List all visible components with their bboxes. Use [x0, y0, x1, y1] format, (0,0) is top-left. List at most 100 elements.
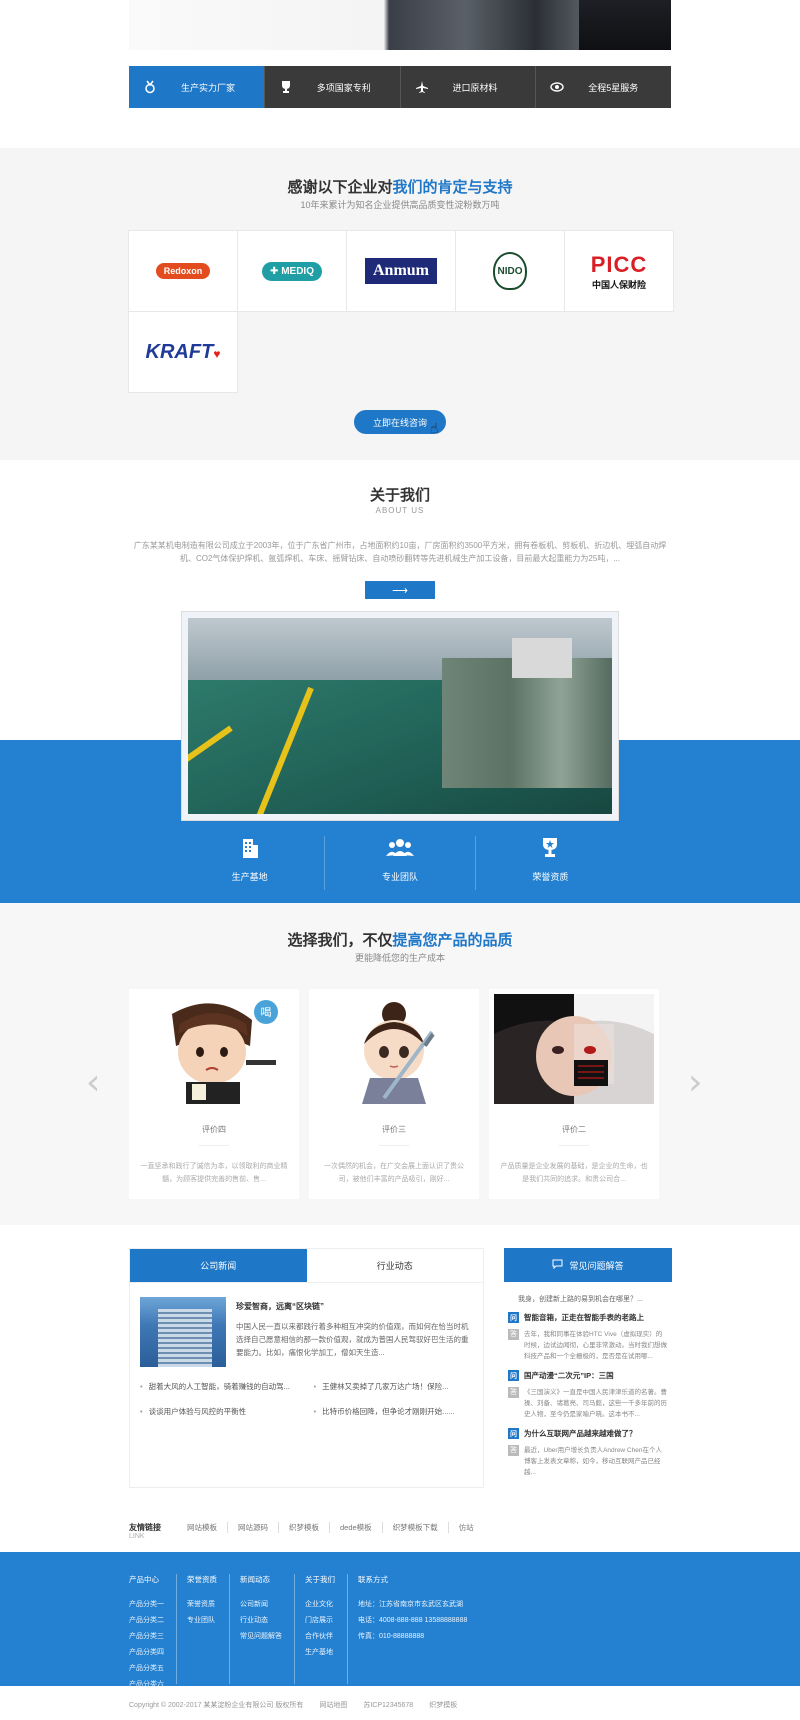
icp-link[interactable]: 苏ICP12345678 — [363, 1700, 413, 1710]
team-icon — [325, 836, 474, 862]
clients-title-plain: 感谢以下企业对 — [287, 179, 393, 196]
clients-section: 感谢以下企业对我们的肯定与支持 10年来累计为知名企业提供高品质变性淀粉数万吨 … — [0, 148, 800, 460]
footer-col-news: 新闻动态 公司新闻 行业动态 常见问题解答 — [240, 1574, 296, 1695]
award-icon — [476, 836, 625, 862]
footer-divider — [347, 1574, 348, 1684]
footer-link[interactable]: 产品分类五 — [129, 1663, 164, 1673]
news-featured-image[interactable] — [140, 1297, 226, 1367]
footer-link[interactable]: 产品分类六 — [129, 1679, 164, 1689]
faq-question[interactable]: 问为什么互联网产品越来越难做了？ — [508, 1428, 668, 1439]
faq-intro[interactable]: 我身，创建新上路的易到机会在哪里？... — [504, 1282, 672, 1304]
highlight-honor[interactable]: 荣誉资质 — [476, 836, 625, 890]
news-list-item[interactable]: 甜着大风的人工智能，骑着赚钱的自动驾... — [140, 1381, 300, 1392]
client-logo-redoxon[interactable]: Redoxon — [128, 230, 238, 312]
news-list-item[interactable]: 谈谈用户体验与风控的平衡性 — [140, 1406, 300, 1417]
footer-col-title[interactable]: 新闻动态 — [240, 1574, 282, 1585]
footer-link[interactable]: 常见问题解答 — [240, 1631, 282, 1641]
client-logo-mediq[interactable]: ✚ MEDIQ — [237, 230, 347, 312]
trophy-icon — [279, 80, 293, 94]
testimonial-avatar — [314, 994, 474, 1104]
footer-col-title[interactable]: 荣誉资质 — [187, 1574, 217, 1585]
friend-links-title-en: LINK — [129, 1533, 145, 1540]
footer-col-title[interactable]: 产品中心 — [129, 1574, 164, 1585]
news-featured[interactable]: 珍爱智商，远离“区块链” 中国人民一直以来都践行着多种相互冲突的价值观，而如何在… — [130, 1283, 483, 1367]
footer-col-products: 产品中心 产品分类一 产品分类二 产品分类三 产品分类四 产品分类五 产品分类六 — [129, 1574, 178, 1695]
feature-label: 进口原材料 — [452, 82, 498, 93]
footer-link[interactable]: 专业团队 — [187, 1615, 217, 1625]
choose-title: 选择我们，不仅提高您产品的品质 — [0, 929, 800, 950]
footer-col-title[interactable]: 关于我们 — [305, 1574, 335, 1585]
anmum-logo: Anmum — [364, 258, 437, 284]
news-tabs: 公司新闻 行业动态 — [130, 1249, 483, 1283]
faq-question-text: 智能音箱，正走在智能手表的老路上 — [524, 1313, 644, 1322]
factory-photo — [182, 612, 618, 820]
testimonial-cards: 喝 评价四 一直坚承和践行了诚信为本，以领取利的商业精髓，为顾客提供完善的售前、… — [129, 989, 671, 1199]
footer-link[interactable]: 产品分类四 — [129, 1647, 164, 1657]
highlight-label: 专业团队 — [381, 872, 418, 882]
testimonial-avatar — [494, 994, 654, 1104]
carousel-prev-arrow[interactable]: ‹ — [86, 1063, 108, 1103]
footer-link[interactable]: 门店展示 — [305, 1615, 335, 1625]
news-list-item[interactable]: 王健林又卖掉了几家万达广场！保险... — [314, 1381, 474, 1392]
hand-cursor-icon: ☝ — [430, 420, 439, 436]
testimonial-card[interactable]: 喝 评价四 一直坚承和践行了诚信为本，以领取利的商业精髓，为顾客提供完善的售前、… — [129, 989, 299, 1199]
news-featured-title[interactable]: 珍爱智商，远离“区块链” — [236, 1301, 473, 1312]
client-logo-kraft[interactable]: KRAFT♥ — [128, 311, 238, 393]
eye-icon — [550, 80, 564, 94]
faq-question[interactable]: 问智能音箱，正走在智能手表的老路上 — [508, 1312, 668, 1323]
sitemap-link[interactable]: 网站地图 — [319, 1700, 347, 1710]
testimonial-text: 一次偶然的机会，在广交会展上面认识了贵公司，被他们丰富的产品吸引，刚好... — [324, 1163, 464, 1183]
feature-tab-patents[interactable]: 多项国家专利 — [263, 66, 400, 108]
answer-badge-icon: 答 — [508, 1329, 519, 1340]
friend-link[interactable]: 仿站 — [449, 1522, 484, 1533]
highlight-label: 荣誉资质 — [532, 872, 569, 882]
highlight-team[interactable]: 专业团队 — [325, 836, 476, 890]
question-badge-icon: 问 — [508, 1312, 519, 1323]
airplane-icon — [415, 80, 429, 94]
footer-link[interactable]: 产品分类三 — [129, 1631, 164, 1641]
picc-logo-text: PICC — [590, 251, 648, 277]
news-list-item[interactable]: 比特币价格回降，但争论才刚刚开始...... — [314, 1406, 474, 1417]
footer-link[interactable]: 产品分类一 — [129, 1599, 164, 1609]
carousel-next-arrow[interactable]: › — [688, 1063, 710, 1103]
faq-item: 问智能音箱，正走在智能手表的老路上 答去年，我和同事在体验HTC Vive（虚拟… — [504, 1304, 672, 1362]
testimonial-card[interactable]: 评价二 产品质量是企业发展的基础，是企业的生命，也是我们共同的追求。和贵公司合.… — [489, 989, 659, 1199]
friend-link[interactable]: 织梦模板 — [279, 1522, 330, 1533]
faq-answer: 答最近，Uber用户增长负责人Andrew Chen在个人博客上发表文章称，如今… — [508, 1445, 668, 1478]
friend-link[interactable]: dede模板 — [330, 1522, 383, 1533]
tab-industry-news[interactable]: 行业动态 — [306, 1249, 483, 1283]
theme-link[interactable]: 织梦模板 — [429, 1700, 457, 1710]
footer-link[interactable]: 行业动态 — [240, 1615, 282, 1625]
friend-link[interactable]: 网站源码 — [228, 1522, 279, 1533]
news-featured-summary: 中国人民一直以来都践行着多种相互冲突的价值观，而如何在恰当时机选择自己愿意相信的… — [236, 1322, 469, 1357]
client-logo-picc[interactable]: PICC 中国人保财险 — [564, 230, 674, 312]
feature-tab-materials[interactable]: 进口原材料 — [399, 66, 536, 108]
copyright-bar: Copyright © 2002-2017 某某淀粉企业有限公司 版权所有 网站… — [129, 1700, 671, 1710]
tab-company-news[interactable]: 公司新闻 — [130, 1249, 307, 1283]
footer-link[interactable]: 公司新闻 — [240, 1599, 282, 1609]
friend-link[interactable]: 网站模板 — [177, 1522, 228, 1533]
faq-title: 常见问题解答 — [569, 1260, 624, 1271]
footer-link[interactable]: 企业文化 — [305, 1599, 335, 1609]
answer-badge-icon: 答 — [508, 1445, 519, 1456]
footer-col-contact: 联系方式 地址：江苏省南京市玄武区玄武湖 电话：4008-888-888 135… — [358, 1574, 481, 1695]
footer-link[interactable]: 生产基地 — [305, 1647, 335, 1657]
copyright-text: Copyright © 2002-2017 某某淀粉企业有限公司 版权所有 — [129, 1702, 304, 1709]
highlight-base[interactable]: 生产基地 — [175, 836, 326, 890]
testimonial-name: 评价三 — [382, 1125, 406, 1134]
footer-link[interactable]: 荣誉资质 — [187, 1599, 217, 1609]
contact-phone: 电话：4008-888-888 13588888888 — [358, 1617, 468, 1624]
footer-link[interactable]: 合作伙伴 — [305, 1631, 335, 1641]
client-logo-nido[interactable]: NIDO — [455, 230, 565, 312]
feature-tab-factory[interactable]: 生产实力厂家 — [129, 66, 264, 108]
faq-header[interactable]: 常见问题解答 — [504, 1248, 672, 1282]
testimonial-card[interactable]: 评价三 一次偶然的机会，在广交会展上面认识了贵公司，被他们丰富的产品吸引，刚好.… — [309, 989, 479, 1199]
feature-tab-service[interactable]: 全程5星服务 — [535, 66, 671, 108]
footer-link[interactable]: 产品分类二 — [129, 1615, 164, 1625]
faq-question[interactable]: 问国产动漫“二次元”IP：三国 — [508, 1370, 668, 1381]
about-more-button[interactable]: ⟶ — [365, 581, 435, 599]
contact-address: 地址：江苏省南京市玄武区玄武湖 — [358, 1601, 463, 1608]
client-logo-anmum[interactable]: Anmum — [346, 230, 456, 312]
svg-text:喝: 喝 — [261, 1006, 272, 1019]
friend-link[interactable]: 织梦模板下载 — [383, 1522, 449, 1533]
